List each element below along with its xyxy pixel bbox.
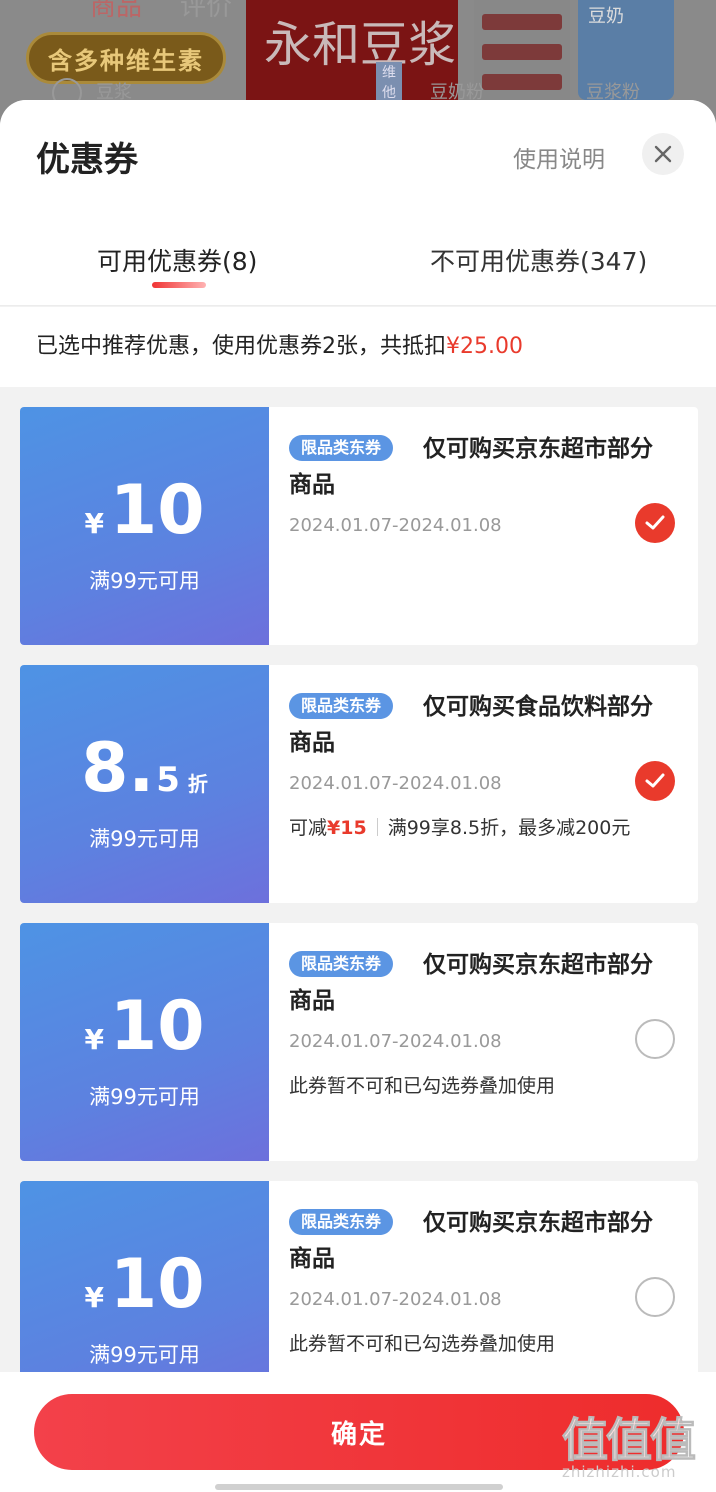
coupon-card[interactable]: ¥ 10 满99元可用 仅可购买京东超市部分商品 限品类东券 2024.01.0… [20,923,698,1161]
coupon-condition: 满99元可用 [89,1343,200,1367]
coupon-sheet: 优惠券 使用说明 可用优惠券(8) 不可用优惠券(347) 已选中推荐优惠，使用… [0,100,716,1492]
coupon-value-panel: 8. 5 折 满99元可用 [20,665,269,903]
coupon-amount: 8. 5 折 [20,733,269,805]
coupon-checkbox-checked[interactable] [635,761,675,801]
coupon-checkbox-unchecked[interactable] [635,1019,675,1059]
background-tab-reviews: 评价 [180,0,233,22]
coupon-validity-date: 2024.01.07-2024.01.08 [289,1289,502,1310]
sheet-title: 优惠券 [36,140,138,180]
background-milk-mark: 豆奶 [588,6,624,27]
background-tab-goods: 商品 [90,0,143,22]
coupon-condition: 满99元可用 [89,827,200,851]
amount-value: 8. [81,729,155,808]
note-rule: 满99享8.5折，最多减200元 [387,817,631,839]
coupon-type-badge: 限品类东券 [289,435,394,461]
tab-available-coupons[interactable]: 可用优惠券(8) [97,242,257,278]
home-indicator[interactable] [215,1484,503,1490]
selection-summary: 已选中推荐优惠，使用优惠券2张，共抵扣¥25.00 [0,307,716,387]
usage-instructions-link[interactable]: 使用说明 [513,140,605,174]
coupon-checkbox-unchecked[interactable] [635,1277,675,1317]
amount-value: 10 [109,471,205,550]
coupon-card[interactable]: ¥ 10 满99元可用 仅可购买京东超市部分商品 限品类东券 2024.01.0… [20,407,698,645]
coupon-amount: ¥ 10 [20,991,269,1063]
note-divider [376,818,378,836]
coupon-validity-date: 2024.01.07-2024.01.08 [289,1031,502,1052]
checkmark-icon [645,773,665,788]
coupon-value-panel: ¥ 10 满99元可用 [20,407,269,645]
coupon-amount: ¥ 10 [20,475,269,547]
note-prefix: 可减 [289,817,328,839]
close-icon [654,145,672,163]
coupon-card[interactable]: 8. 5 折 满99元可用 仅可购买食品饮料部分商品 限品类东券 2024.01… [20,665,698,903]
coupon-validity-date: 2024.01.07-2024.01.08 [289,515,502,536]
summary-text: 已选中推荐优惠，使用优惠券2张，共抵扣 [36,334,446,359]
close-button[interactable] [642,133,684,175]
coupon-stacking-note: 此券暂不可和已勾选券叠加使用 [289,1333,556,1355]
coupon-condition: 满99元可用 [89,569,200,593]
background-tabs: 商品 评价 [90,0,232,23]
currency-symbol: ¥ [84,1023,104,1056]
coupon-checkbox-checked[interactable] [635,503,675,543]
amount-value: 10 [109,1245,205,1324]
background-product-title: 永和豆浆 [264,17,457,73]
coupon-value-panel: ¥ 10 满99元可用 [20,923,269,1161]
background-feature-pill: 含多种维生素 [26,32,226,84]
watermark-logo: 值值值 [562,1413,697,1468]
note-amount: ¥15 [327,817,367,839]
coupon-type-badge: 限品类东券 [289,1209,394,1235]
background-product-variant [474,0,570,100]
summary-amount: ¥25.00 [446,334,523,359]
coupon-stacking-note: 此券暂不可和已勾选券叠加使用 [289,1075,556,1097]
coupon-validity-date: 2024.01.07-2024.01.08 [289,773,502,794]
coupon-amount: ¥ 10 [20,1249,269,1321]
background-product-image: 永和豆浆 维他 [246,0,458,110]
amount-value: 10 [109,987,205,1066]
coupon-condition: 满99元可用 [89,1085,200,1109]
sheet-header: 优惠券 使用说明 可用优惠券(8) 不可用优惠券(347) [0,100,716,306]
coupon-discount-note: 可减¥15 满99享8.5折，最多减200元 [289,813,630,840]
tab-unavailable-coupons[interactable]: 不可用优惠券(347) [430,242,647,278]
tab-indicator [152,282,206,288]
currency-symbol: ¥ [84,507,104,540]
checkmark-icon [645,515,665,530]
coupon-type-badge: 限品类东券 [289,693,394,719]
coupon-type-badge: 限品类东券 [289,951,394,977]
currency-symbol: ¥ [84,1281,104,1314]
watermark-domain: zhizhizhi.com [562,1463,677,1481]
discount-unit: 折 [187,772,208,796]
amount-decimal: 5 [156,760,180,800]
